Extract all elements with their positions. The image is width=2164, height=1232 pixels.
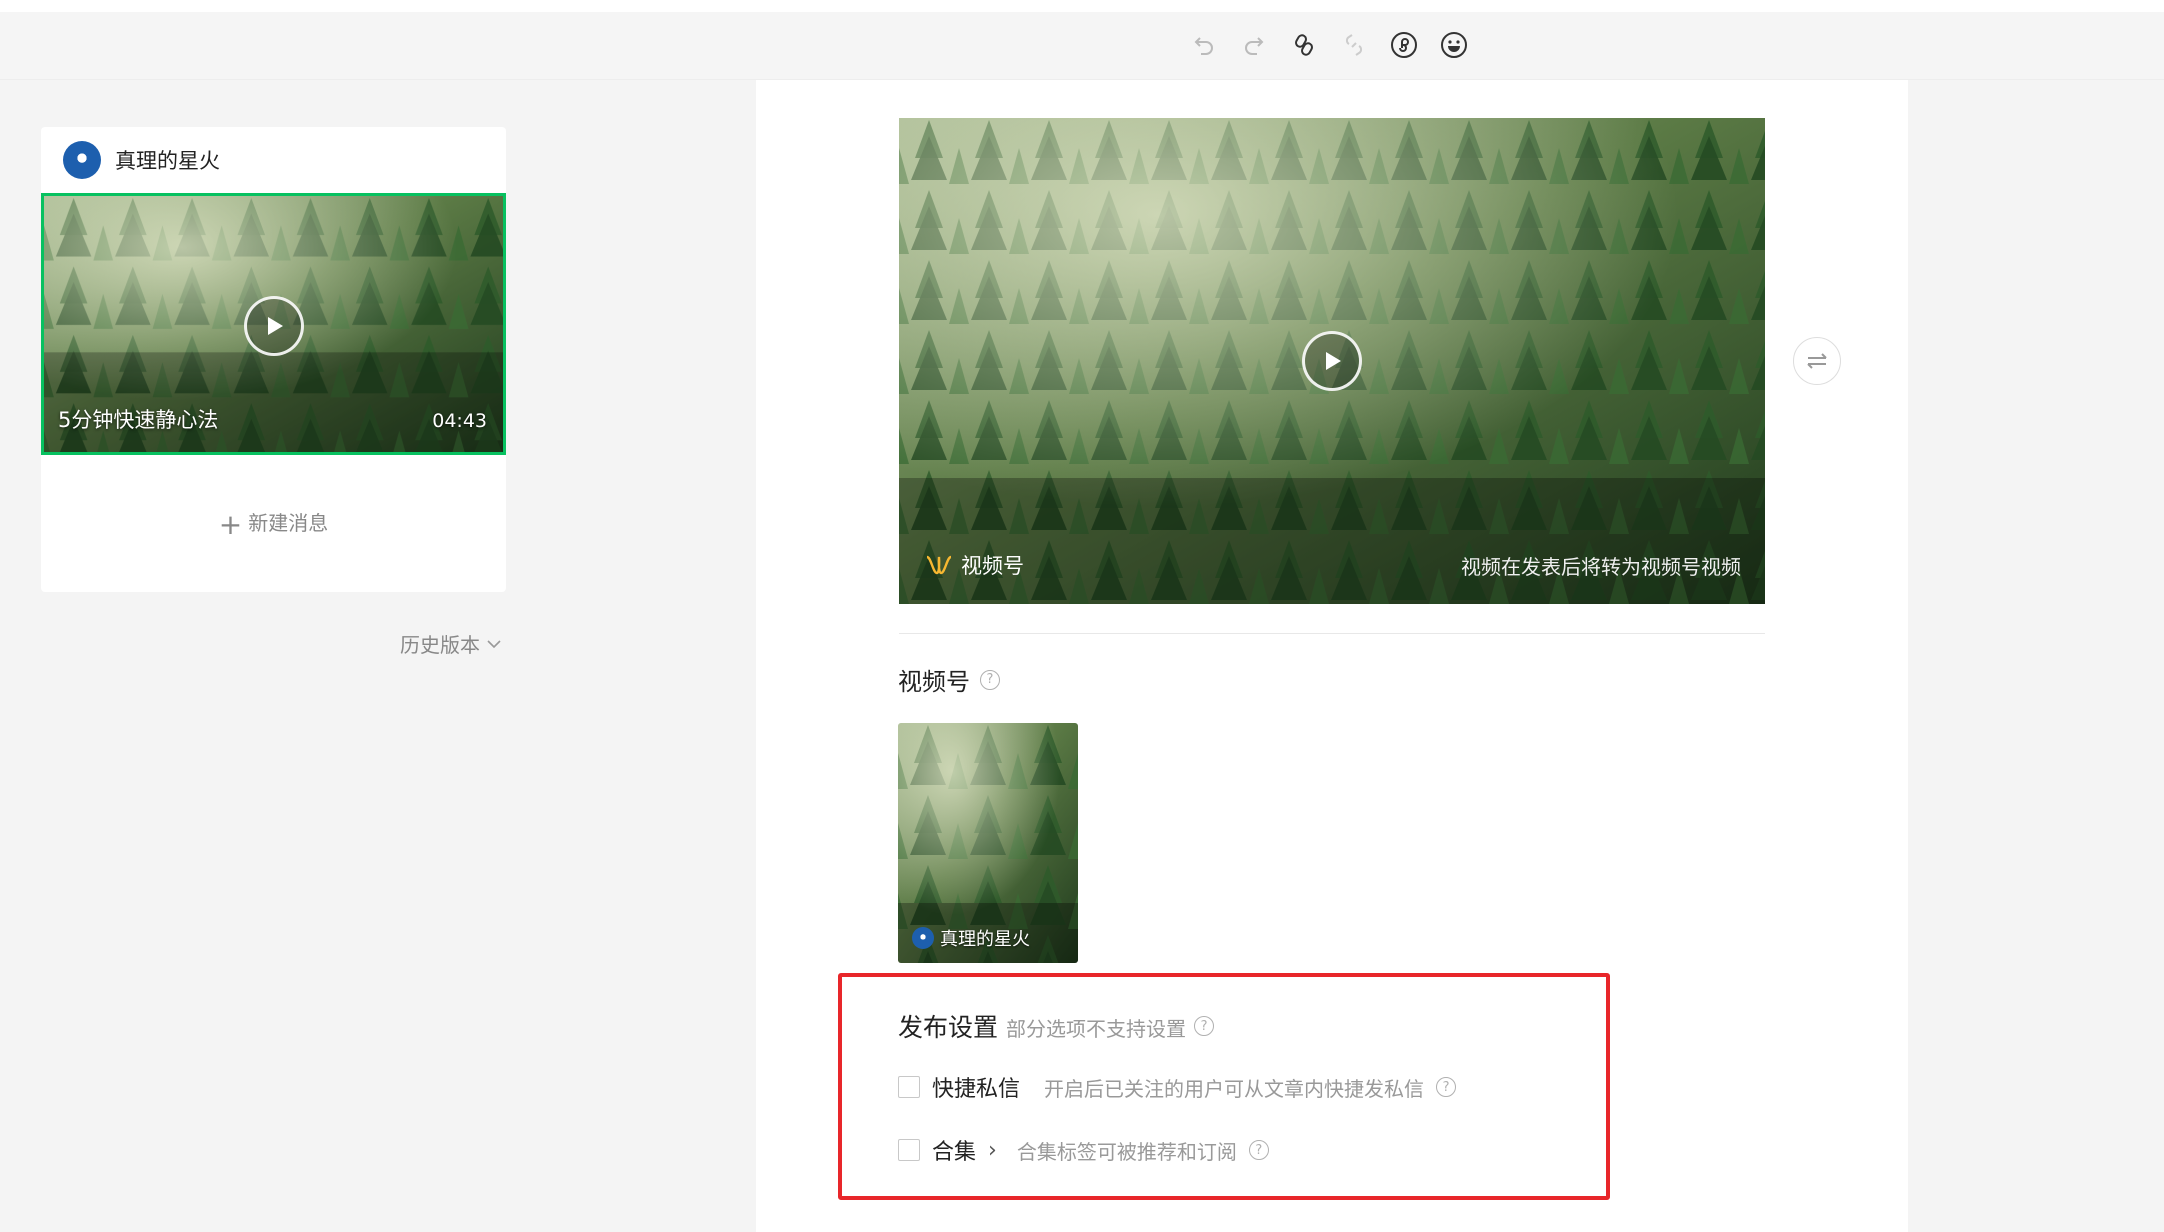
channels-section-title: 视频号 ? xyxy=(898,662,1000,697)
channels-card-avatar xyxy=(912,927,934,949)
option-collection: 合集 › 合集标签可被推荐和订阅 ? xyxy=(898,1134,1269,1166)
emoji-icon[interactable] xyxy=(1438,29,1470,61)
message-title: 5分钟快速静心法 xyxy=(58,408,219,432)
chevron-right-icon[interactable]: › xyxy=(988,1138,997,1163)
undo-icon[interactable] xyxy=(1188,29,1220,61)
plus-icon: + xyxy=(218,508,243,541)
help-icon[interactable]: ? xyxy=(1194,1016,1215,1036)
channels-section-label: 视频号 xyxy=(898,668,970,696)
message-duration: 04:43 xyxy=(432,410,487,432)
play-icon[interactable] xyxy=(1302,331,1362,391)
video-cover-image: 视频号 视频在发表后将转为视频号视频 xyxy=(899,118,1765,604)
collection-label[interactable]: 合集 xyxy=(932,1134,976,1166)
channels-card[interactable]: 真理的星火 xyxy=(898,723,1078,963)
history-label: 历史版本 xyxy=(400,633,480,657)
message-list-card: 真理的星火 5分钟快速静心法 04:43 + 新建消息 xyxy=(41,127,506,592)
window-top-strip xyxy=(0,0,2164,12)
option-quick-message: 快捷私信 开启后已关注的用户可从文章内快捷发私信 ? xyxy=(898,1071,1457,1103)
link-icon[interactable] xyxy=(1288,29,1320,61)
channels-brand-label: 视频号 xyxy=(961,554,1024,578)
publish-settings-subtitle: 部分选项不支持设置 xyxy=(1006,1017,1187,1041)
channels-brand: 视频号 xyxy=(925,550,1024,580)
new-message-label: 新建消息 xyxy=(248,511,329,535)
collection-desc: 合集标签可被推荐和订阅 xyxy=(1016,1139,1237,1164)
account-header: 真理的星火 xyxy=(41,127,506,193)
channels-card-cover: 真理的星火 xyxy=(898,723,1078,963)
mini-program-icon[interactable] xyxy=(1388,29,1420,61)
publish-settings-header: 发布设置 部分选项不支持设置 ? xyxy=(898,1008,1215,1044)
channels-logo-icon xyxy=(926,555,952,575)
channels-card-account: 真理的星火 xyxy=(912,925,1030,951)
quick-message-checkbox[interactable] xyxy=(898,1076,920,1098)
account-name: 真理的星火 xyxy=(115,149,220,173)
video-preview[interactable]: 视频号 视频在发表后将转为视频号视频 xyxy=(899,118,1765,604)
publish-settings-title: 发布设置 xyxy=(898,1013,999,1042)
play-icon[interactable] xyxy=(244,296,304,356)
message-cover-image: 5分钟快速静心法 04:43 xyxy=(44,196,503,452)
section-divider xyxy=(899,633,1765,634)
swap-icon xyxy=(1807,353,1827,369)
channels-card-name: 真理的星火 xyxy=(940,929,1030,950)
help-icon[interactable]: ? xyxy=(1248,1140,1269,1160)
chevron-down-icon xyxy=(487,639,501,648)
unlink-icon[interactable] xyxy=(1338,29,1370,61)
editor-toolbar xyxy=(0,12,2164,80)
redo-icon[interactable] xyxy=(1238,29,1270,61)
message-item-selected[interactable]: 5分钟快速静心法 04:43 xyxy=(41,193,506,455)
help-icon[interactable]: ? xyxy=(980,669,1000,690)
quick-message-label: 快捷私信 xyxy=(932,1077,1021,1102)
history-version-dropdown[interactable]: 历史版本 xyxy=(400,629,502,658)
swap-video-button[interactable] xyxy=(1793,337,1841,385)
new-message-button[interactable]: + 新建消息 xyxy=(41,507,506,541)
collection-checkbox[interactable] xyxy=(898,1139,920,1161)
help-icon[interactable]: ? xyxy=(1436,1077,1457,1097)
quick-message-desc: 开启后已关注的用户可从文章内快捷发私信 xyxy=(1044,1076,1425,1101)
video-convert-note: 视频在发表后将转为视频号视频 xyxy=(1461,555,1741,579)
account-avatar xyxy=(63,141,101,179)
